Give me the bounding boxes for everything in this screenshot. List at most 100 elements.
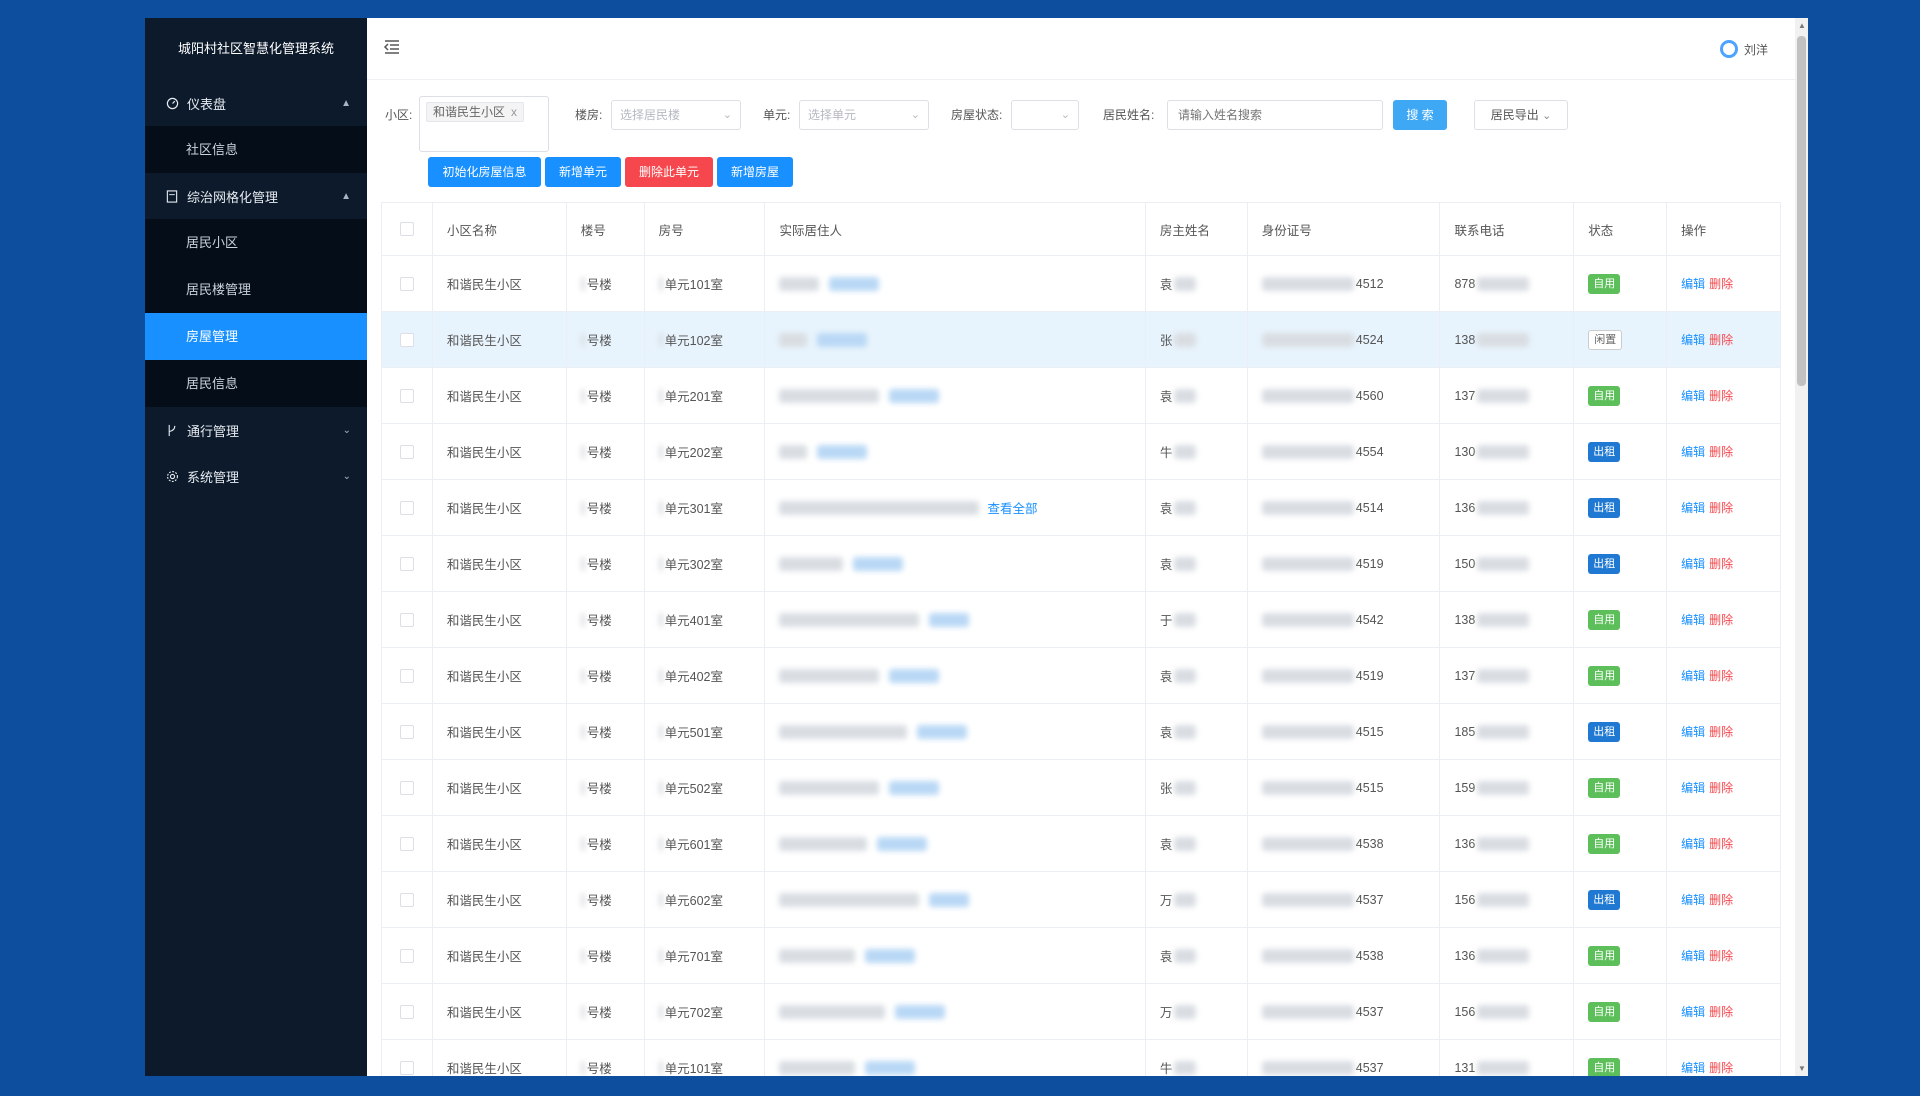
menu-fold-icon[interactable] bbox=[383, 38, 401, 56]
row-checkbox[interactable] bbox=[399, 444, 414, 459]
table-row[interactable]: 和谐民生小区 号楼 单元302室 袁 4519 150 出租 编辑 删除 bbox=[382, 536, 1780, 592]
table-row[interactable]: 和谐民生小区 号楼 单元602室 万 4537 156 出租 编辑 删除 bbox=[382, 872, 1780, 928]
sidebar-item-residential-community[interactable]: 居民小区 bbox=[145, 219, 367, 266]
row-checkbox[interactable] bbox=[399, 500, 414, 515]
row-checkbox[interactable] bbox=[399, 836, 414, 851]
view-all-link-redacted[interactable] bbox=[889, 388, 940, 403]
row-checkbox[interactable] bbox=[399, 556, 414, 571]
close-icon[interactable]: x bbox=[511, 105, 517, 119]
edit-link[interactable]: 编辑 bbox=[1681, 499, 1705, 516]
delete-link[interactable]: 删除 bbox=[1709, 499, 1733, 516]
view-all-link-redacted[interactable] bbox=[865, 948, 916, 963]
add-unit-button[interactable]: 新增单元 bbox=[545, 157, 621, 187]
view-all-link-redacted[interactable] bbox=[895, 1004, 946, 1019]
delete-link[interactable]: 删除 bbox=[1709, 555, 1733, 572]
status-select[interactable]: ⌄ bbox=[1011, 100, 1079, 130]
scroll-up-icon[interactable]: ▲ bbox=[1798, 21, 1806, 30]
edit-link[interactable]: 编辑 bbox=[1681, 275, 1705, 292]
table-row[interactable]: 和谐民生小区 号楼 单元501室 袁 4515 185 出租 编辑 删除 bbox=[382, 704, 1780, 760]
edit-link[interactable]: 编辑 bbox=[1681, 723, 1705, 740]
table-row[interactable]: 和谐民生小区 号楼 单元101室 袁 4512 878 自用 编辑 删除 bbox=[382, 256, 1780, 312]
row-checkbox[interactable] bbox=[399, 276, 414, 291]
sidebar-item-house-management[interactable]: 房屋管理 bbox=[145, 313, 367, 360]
row-checkbox[interactable] bbox=[399, 332, 414, 347]
delete-link[interactable]: 删除 bbox=[1709, 331, 1733, 348]
row-checkbox[interactable] bbox=[399, 948, 414, 963]
view-all-link-redacted[interactable] bbox=[853, 556, 904, 571]
delete-link[interactable]: 删除 bbox=[1709, 667, 1733, 684]
view-all-link-redacted[interactable] bbox=[929, 612, 970, 627]
view-all-link-redacted[interactable] bbox=[889, 780, 940, 795]
sidebar-item-resident-info[interactable]: 居民信息 bbox=[145, 360, 367, 407]
view-all-link-redacted[interactable] bbox=[817, 332, 868, 347]
row-checkbox[interactable] bbox=[399, 724, 414, 739]
table-row[interactable]: 和谐民生小区 号楼 单元502室 张 4515 159 自用 编辑 删除 bbox=[382, 760, 1780, 816]
delete-link[interactable]: 删除 bbox=[1709, 947, 1733, 964]
edit-link[interactable]: 编辑 bbox=[1681, 611, 1705, 628]
row-checkbox[interactable] bbox=[399, 780, 414, 795]
table-row[interactable]: 和谐民生小区 号楼 单元701室 袁 4538 136 自用 编辑 删除 bbox=[382, 928, 1780, 984]
menu-dashboard[interactable]: 仪表盘 ▲ bbox=[145, 80, 367, 126]
menu-system-management[interactable]: 系统管理 ⌄ bbox=[145, 453, 367, 499]
unit-select[interactable]: 选择单元 ⌄ bbox=[799, 100, 929, 130]
scroll-thumb[interactable] bbox=[1797, 36, 1806, 386]
view-all-link-redacted[interactable] bbox=[877, 836, 928, 851]
row-checkbox[interactable] bbox=[399, 668, 414, 683]
add-house-button[interactable]: 新增房屋 bbox=[717, 157, 793, 187]
building-select[interactable]: 选择居民楼 ⌄ bbox=[611, 100, 741, 130]
export-dropdown[interactable]: 居民导出 ⌄ bbox=[1474, 100, 1568, 130]
menu-access-management[interactable]: 通行管理 ⌄ bbox=[145, 407, 367, 453]
edit-link[interactable]: 编辑 bbox=[1681, 891, 1705, 908]
menu-grid-management[interactable]: 综治网格化管理 ▲ bbox=[145, 173, 367, 219]
scrollbar[interactable]: ▲ ▼ bbox=[1795, 18, 1808, 1076]
table-row[interactable]: 和谐民生小区 号楼 单元702室 万 4537 156 自用 编辑 删除 bbox=[382, 984, 1780, 1040]
view-all-link-redacted[interactable] bbox=[889, 668, 940, 683]
edit-link[interactable]: 编辑 bbox=[1681, 555, 1705, 572]
init-house-button[interactable]: 初始化房屋信息 bbox=[428, 157, 541, 187]
row-checkbox[interactable] bbox=[399, 388, 414, 403]
edit-link[interactable]: 编辑 bbox=[1681, 1003, 1705, 1020]
edit-link[interactable]: 编辑 bbox=[1681, 331, 1705, 348]
delete-link[interactable]: 删除 bbox=[1709, 723, 1733, 740]
search-button[interactable]: 搜 索 bbox=[1393, 100, 1447, 130]
sidebar-item-community-info[interactable]: 社区信息 bbox=[145, 126, 367, 173]
delete-link[interactable]: 删除 bbox=[1709, 443, 1733, 460]
table-row[interactable]: 和谐民生小区 号楼 单元402室 袁 4519 137 自用 编辑 删除 bbox=[382, 648, 1780, 704]
row-checkbox[interactable] bbox=[399, 1004, 414, 1019]
delete-link[interactable]: 删除 bbox=[1709, 387, 1733, 404]
table-row[interactable]: 和谐民生小区 号楼 单元401室 于 4542 138 自用 编辑 删除 bbox=[382, 592, 1780, 648]
delete-link[interactable]: 删除 bbox=[1709, 1059, 1733, 1076]
sidebar-item-building-management[interactable]: 居民楼管理 bbox=[145, 266, 367, 313]
delete-link[interactable]: 删除 bbox=[1709, 779, 1733, 796]
view-all-link-redacted[interactable] bbox=[865, 1060, 916, 1075]
delete-link[interactable]: 删除 bbox=[1709, 275, 1733, 292]
table-row[interactable]: 和谐民生小区 号楼 单元102室 张 4524 138 闲置 编辑 删除 bbox=[382, 312, 1780, 368]
view-all-link[interactable]: 查看全部 bbox=[987, 498, 1037, 517]
row-checkbox[interactable] bbox=[399, 892, 414, 907]
community-select[interactable]: 和谐民生小区 x bbox=[419, 96, 549, 152]
edit-link[interactable]: 编辑 bbox=[1681, 387, 1705, 404]
edit-link[interactable]: 编辑 bbox=[1681, 1059, 1705, 1076]
row-checkbox[interactable] bbox=[399, 1060, 414, 1075]
table-row[interactable]: 和谐民生小区 号楼 单元201室 袁 4560 137 自用 编辑 删除 bbox=[382, 368, 1780, 424]
view-all-link-redacted[interactable] bbox=[917, 724, 968, 739]
name-field[interactable] bbox=[1167, 100, 1383, 130]
delete-link[interactable]: 删除 bbox=[1709, 611, 1733, 628]
edit-link[interactable]: 编辑 bbox=[1681, 667, 1705, 684]
edit-link[interactable]: 编辑 bbox=[1681, 835, 1705, 852]
delete-link[interactable]: 删除 bbox=[1709, 835, 1733, 852]
table-row[interactable]: 和谐民生小区 号楼 单元301室 查看全部 袁 4514 136 出租 编辑 删除 bbox=[382, 480, 1780, 536]
delete-unit-button[interactable]: 删除此单元 bbox=[625, 157, 713, 187]
view-all-link-redacted[interactable] bbox=[817, 444, 868, 459]
delete-link[interactable]: 删除 bbox=[1709, 1003, 1733, 1020]
table-row[interactable]: 和谐民生小区 号楼 单元202室 牛 4554 130 出租 编辑 删除 bbox=[382, 424, 1780, 480]
row-checkbox[interactable] bbox=[399, 612, 414, 627]
scroll-down-icon[interactable]: ▼ bbox=[1798, 1064, 1806, 1073]
edit-link[interactable]: 编辑 bbox=[1681, 947, 1705, 964]
table-row[interactable]: 和谐民生小区 号楼 单元101室 牛 4537 131 自用 编辑 删除 bbox=[382, 1040, 1780, 1076]
view-all-link-redacted[interactable] bbox=[829, 276, 880, 291]
table-row[interactable]: 和谐民生小区 号楼 单元601室 袁 4538 136 自用 编辑 删除 bbox=[382, 816, 1780, 872]
edit-link[interactable]: 编辑 bbox=[1681, 443, 1705, 460]
edit-link[interactable]: 编辑 bbox=[1681, 779, 1705, 796]
view-all-link-redacted[interactable] bbox=[929, 892, 970, 907]
